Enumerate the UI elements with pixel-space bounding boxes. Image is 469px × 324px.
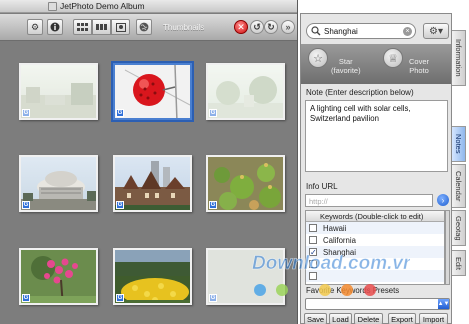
star-icon[interactable]: ☆ [308,48,328,68]
rotate-right-button[interactable]: ↻ [264,20,278,34]
watermark-text: Download.com.vn [252,253,410,274]
thumbnail[interactable]: G [113,248,192,305]
url-input[interactable]: http:// [305,194,433,207]
note-label: Note (Enter description below) [306,88,414,97]
geotag-badge: G [209,109,217,117]
tab-information[interactable]: Information [452,30,466,86]
geotag-badge: G [22,294,30,302]
toolbar: ⚙ Thumbnails ✕ ↺ ↻ » [0,14,297,41]
inspector-panel: Shanghai × ⚙▾ ☆ Star (favorite) ♕ Cover … [300,13,452,324]
view-mode-label: Thumbnails [163,23,205,32]
keyword-row[interactable]: Hawaii [306,222,444,234]
forward-button[interactable]: » [281,20,295,34]
keyword-label: Hawaii [323,223,347,233]
thumbnail[interactable]: G [206,155,285,212]
chevron-down-icon: ▲▼ [437,299,450,309]
geotag-badge: G [116,109,124,117]
thumbnail[interactable]: G [19,63,98,120]
album-window: JetPhoto Demo Album ⚙ Thumbnails ✕ ↺ ↻ »… [0,0,298,324]
load-button[interactable]: Load [329,313,352,324]
save-button[interactable]: Save [304,313,327,324]
search-input[interactable]: Shanghai [324,27,358,36]
watermark-dot [341,284,353,296]
tab-notes[interactable]: Notes [452,126,466,162]
keyword-row[interactable]: California [306,234,444,246]
grid-view-icon[interactable] [73,19,92,35]
watermark-dot [364,284,376,296]
favorite-strip: ☆ Star (favorite) ♕ Cover Photo [301,44,451,84]
thumbnail-selected[interactable]: G [113,63,192,120]
info-url-label: Info URL [306,182,338,191]
tab-calendar[interactable]: Calendar [452,164,466,208]
keywords-scrollbar[interactable] [445,210,450,285]
geotag-badge: G [22,109,30,117]
geotag-badge: G [116,201,124,209]
delete-keywords-button[interactable]: Delete [354,313,383,324]
album-icon [48,2,57,11]
thumbnail-grid: G G G G G G G G G [0,42,297,324]
title-bar[interactable]: JetPhoto Demo Album [0,0,297,13]
geotag-badge: G [209,294,217,302]
watermark-dot [276,284,288,296]
keyword-checkbox[interactable] [309,224,317,232]
window-title: JetPhoto Demo Album [60,1,145,11]
gear-menu-button[interactable]: ⚙▾ [423,23,449,39]
search-field[interactable]: Shanghai × [306,23,416,39]
thumbnail[interactable]: G [19,155,98,212]
tab-edit[interactable]: Edit [452,250,466,276]
watermark-dot [254,284,266,296]
delete-button[interactable]: ✕ [234,20,248,34]
go-arrow-icon[interactable]: › [437,194,449,206]
rotate-left-button[interactable]: ↺ [250,20,264,34]
geotag-badge: G [116,294,124,302]
single-view-icon[interactable] [111,19,130,35]
note-textarea[interactable]: A lighting cell with solar cells, Switze… [305,100,448,172]
clear-search-icon[interactable]: × [403,27,412,36]
watermark: Download.com.vn [250,250,415,275]
keyword-label: California [323,235,356,245]
presets-dropdown[interactable]: ▲▼ [305,298,450,310]
keywords-header: Keywords (Double-click to edit) [306,211,444,222]
export-button[interactable]: Export [388,313,416,324]
gear-icon[interactable]: ⚙ [27,19,43,35]
side-tabs: Information Notes Calendar Geotag Edit [452,30,468,280]
trophy-icon[interactable]: ♕ [383,48,403,68]
thumbnail[interactable]: G [19,248,98,305]
keyword-checkbox[interactable] [309,236,317,244]
watermark-dot [319,284,331,296]
geotag-badge: G [22,201,30,209]
tab-geotag[interactable]: Geotag [452,210,466,246]
import-button[interactable]: Import [419,313,448,324]
geotag-badge: G [209,201,217,209]
thumbnail[interactable]: G [206,63,285,120]
info-icon[interactable] [47,19,63,35]
cover-label: Cover Photo [409,57,430,75]
globe-icon[interactable] [136,19,152,35]
thumbnail[interactable]: G [113,155,192,212]
search-icon [311,26,321,36]
filmstrip-view-icon[interactable] [92,19,111,35]
star-label: Star (favorite) [331,57,361,75]
